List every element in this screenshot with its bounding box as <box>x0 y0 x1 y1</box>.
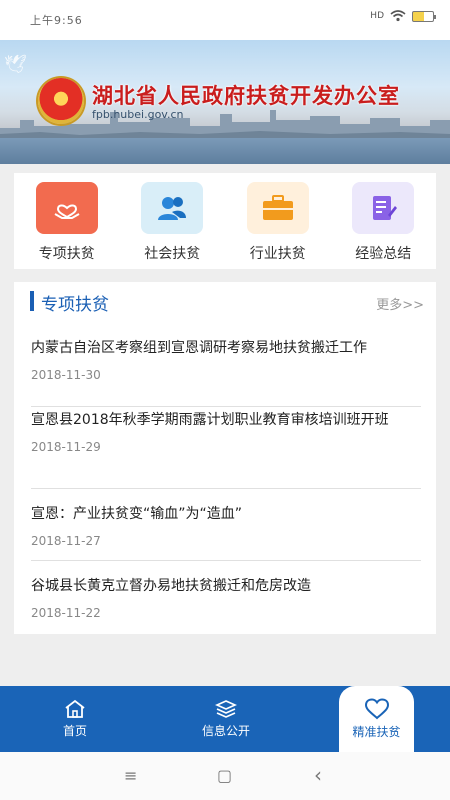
tab-label: 首页 <box>62 724 87 738</box>
wifi-icon <box>390 10 406 22</box>
news-list-item[interactable]: 宣恩：产业扶贫变“输血”为“造血” 2018-11-27 <box>31 502 421 548</box>
category-label: 经验总结 <box>355 246 412 262</box>
status-bar: 上午9:56 HD <box>0 0 450 40</box>
signal-icon: HD <box>370 11 384 21</box>
layers-icon <box>215 700 237 718</box>
header-banner: 🕊 ★ 湖北省人民政府扶贫开发办公室 fpb.hubei.gov.cn <box>0 40 450 164</box>
home-button-icon[interactable]: ▢ <box>217 766 232 785</box>
status-time: 上午9:56 <box>30 14 83 27</box>
news-header: 专项扶贫 更多>> <box>14 282 436 322</box>
news-list-item[interactable]: 宣恩县2018年秋季学期雨露计划职业教育审核培训班开班 2018-11-29 <box>31 408 421 454</box>
river-image <box>0 138 450 164</box>
category-item-social[interactable]: 社会扶贫 <box>127 182 217 269</box>
divider <box>31 406 421 407</box>
banner-title: 湖北省人民政府扶贫开发办公室 <box>92 84 400 108</box>
category-item-industry[interactable]: 行业扶贫 <box>233 182 323 269</box>
briefcase-icon <box>246 182 309 234</box>
tab-label: 信息公开 <box>201 724 250 738</box>
section-accent-bar <box>30 291 34 311</box>
news-item-date: 2018-11-29 <box>31 440 101 454</box>
news-card: 专项扶贫 更多>> 内蒙古自治区考察组到宣恩调研考察易地扶贫搬迁工作 2018-… <box>14 282 436 634</box>
news-item-title: 内蒙古自治区考察组到宣恩调研考察易地扶贫搬迁工作 <box>31 340 367 356</box>
dove-icon: 🕊 <box>4 54 27 75</box>
system-nav-bar: ≡ ▢ ‹ <box>0 752 450 800</box>
tab-home[interactable]: 首页 <box>45 686 105 752</box>
news-item-date: 2018-11-27 <box>31 534 101 548</box>
national-emblem-logo: ★ <box>38 78 84 124</box>
divider <box>31 560 421 561</box>
section-title: 专项扶贫 <box>41 295 109 315</box>
banner-url: fpb.hubei.gov.cn <box>92 108 184 121</box>
category-label: 社会扶贫 <box>144 246 201 262</box>
category-label: 行业扶贫 <box>249 246 306 262</box>
category-item-special[interactable]: 专项扶贫 <box>22 182 112 269</box>
menu-icon[interactable]: ≡ <box>124 766 137 785</box>
more-link[interactable]: 更多>> <box>376 294 424 313</box>
home-icon <box>65 699 85 718</box>
category-label: 专项扶贫 <box>38 246 95 262</box>
tab-label: 精准扶贫 <box>352 725 401 739</box>
battery-icon <box>412 10 436 22</box>
news-item-title: 宣恩：产业扶贫变“输血”为“造血” <box>31 506 243 522</box>
news-item-title: 谷城县长黄克立督办易地扶贫搬迁和危房改造 <box>31 578 311 594</box>
notes-icon <box>352 182 415 234</box>
tab-precision[interactable]: 精准扶贫 <box>339 686 414 752</box>
divider <box>31 488 421 489</box>
category-item-experience[interactable]: 经验总结 <box>338 182 428 269</box>
back-icon[interactable]: ‹ <box>314 763 322 787</box>
status-icons: HD <box>370 10 436 22</box>
news-list-item[interactable]: 内蒙古自治区考察组到宣恩调研考察易地扶贫搬迁工作 2018-11-30 <box>31 336 421 382</box>
news-item-date: 2018-11-30 <box>31 368 101 382</box>
news-item-date: 2018-11-22 <box>31 606 101 620</box>
news-list-item[interactable]: 谷城县长黄克立督办易地扶贫搬迁和危房改造 2018-11-22 <box>31 574 421 620</box>
people-icon <box>141 182 204 234</box>
heart-icon <box>364 698 389 720</box>
heart-hand-icon <box>35 182 98 234</box>
category-card: 专项扶贫 社会扶贫 行业扶贫 经验总结 <box>14 173 436 269</box>
tab-info-public[interactable]: 信息公开 <box>190 686 262 752</box>
news-item-title: 宣恩县2018年秋季学期雨露计划职业教育审核培训班开班 <box>31 412 389 428</box>
